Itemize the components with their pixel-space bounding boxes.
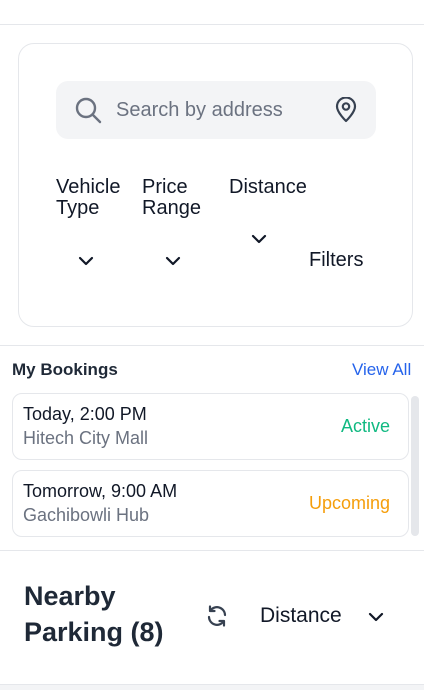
booking-place: Hitech City Mall: [23, 428, 149, 448]
distance-filter-label[interactable]: Distance: [229, 177, 307, 198]
chevron-down-icon[interactable]: [368, 612, 384, 623]
search-box[interactable]: [56, 81, 376, 139]
booking-card[interactable]: Today, 2:00 PM Hitech City Mall Active: [12, 393, 409, 460]
section-divider: [0, 345, 424, 346]
bookings-title: My Bookings: [12, 360, 118, 379]
booking-card[interactable]: Tomorrow, 9:00 AM Gachibowli Hub Upcomin…: [12, 470, 409, 537]
section-divider: [0, 550, 424, 551]
view-all-link[interactable]: View All: [352, 360, 411, 380]
nearby-parking-title: Nearby Parking (8): [24, 581, 164, 647]
chevron-down-icon[interactable]: [164, 255, 182, 267]
booking-time: Tomorrow, 9:00 AM: [23, 481, 178, 501]
search-icon: [75, 97, 102, 124]
chevron-down-icon[interactable]: [250, 233, 268, 245]
price-range-filter-label[interactable]: Price Range: [142, 177, 201, 219]
bookings-scrollbar[interactable]: [411, 396, 419, 536]
sort-select[interactable]: Distance: [260, 604, 342, 628]
map-pin-icon[interactable]: [334, 97, 358, 123]
search-card: Vehicle Type Price Range Distance Filter…: [18, 43, 413, 327]
status-badge: Upcoming: [308, 493, 390, 513]
booking-time: Today, 2:00 PM: [23, 404, 147, 424]
refresh-icon[interactable]: [205, 604, 229, 628]
vehicle-type-filter-label[interactable]: Vehicle Type: [56, 177, 121, 219]
list-top-edge: [0, 684, 424, 690]
filters-button[interactable]: Filters: [309, 249, 363, 272]
top-divider: [0, 24, 424, 25]
search-input[interactable]: [116, 96, 283, 124]
chevron-down-icon[interactable]: [77, 255, 95, 267]
booking-place: Gachibowli Hub: [23, 505, 150, 525]
status-badge: Active: [340, 416, 390, 436]
